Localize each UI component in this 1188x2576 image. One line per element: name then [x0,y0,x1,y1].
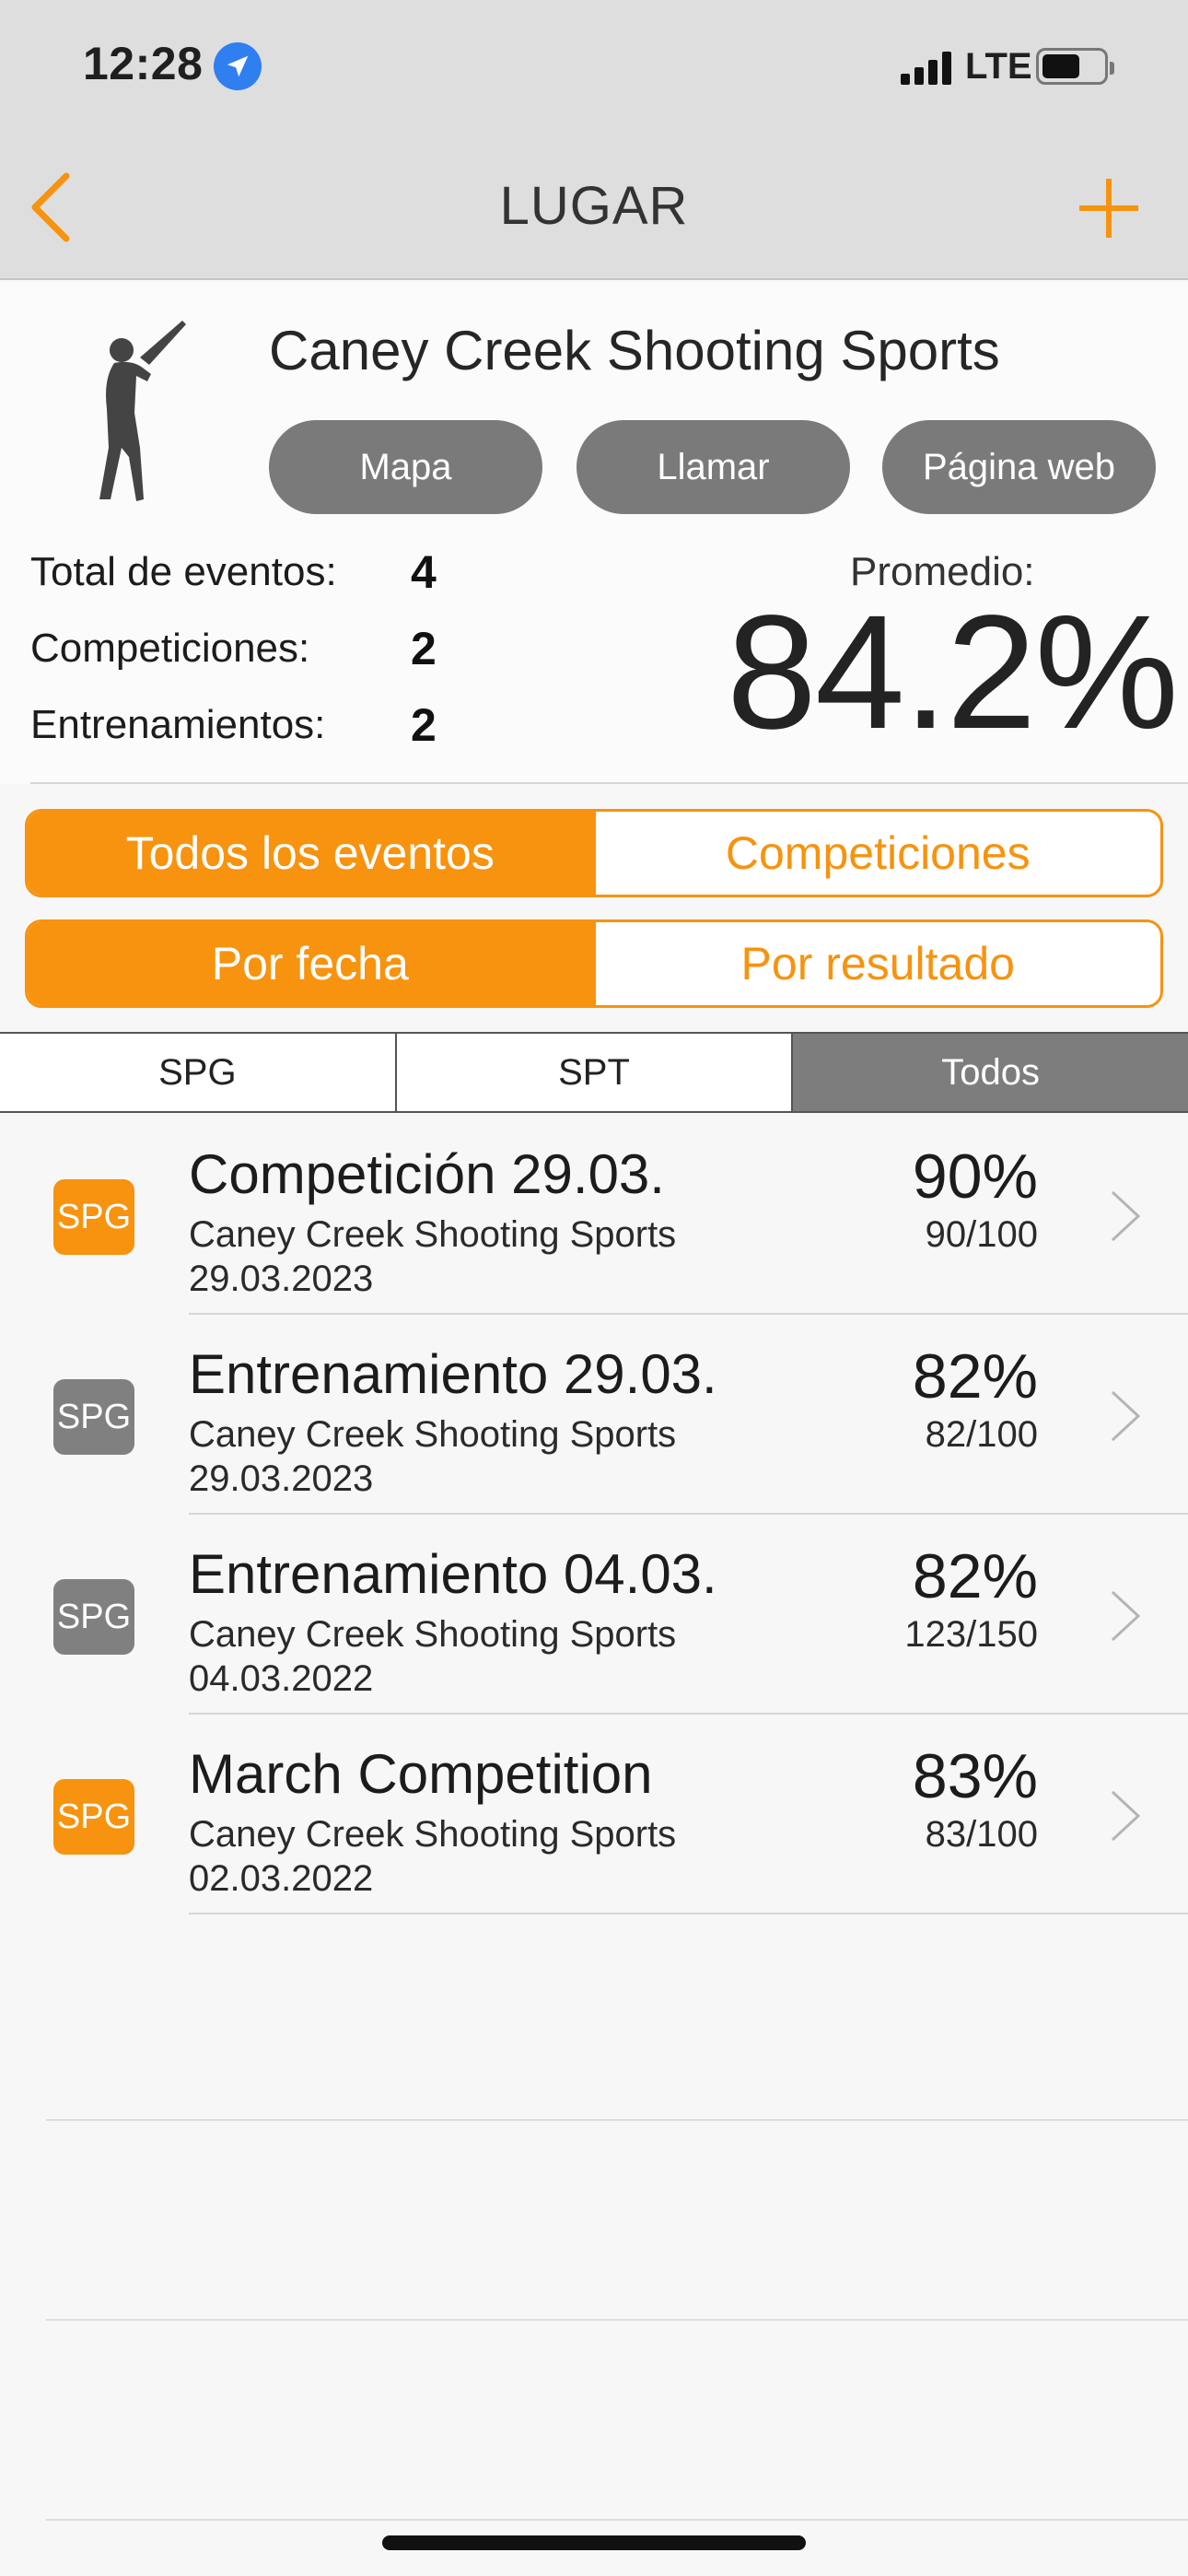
discipline-badge: SPG [53,1779,134,1855]
chevron-right-icon [1111,1790,1141,1842]
event-row[interactable]: SPG March Competition Caney Creek Shooti… [0,1715,1188,1914]
website-button[interactable]: Página web [882,420,1156,514]
event-percent: 90% [912,1142,1038,1212]
discipline-tabs: SPG SPT Todos [0,1032,1188,1113]
event-list: SPG Competición 29.03. Caney Creek Shoot… [0,1115,1188,1914]
divider [30,782,1188,784]
competitions-label: Competiciones: [30,626,310,671]
map-button[interactable]: Mapa [269,420,542,514]
tab-spt[interactable]: SPT [394,1034,792,1111]
chevron-right-icon [1111,1190,1141,1242]
event-title: Entrenamiento 04.03. [189,1543,717,1605]
event-date: 29.03.2023 [189,1458,374,1499]
segment-by-result[interactable]: Por resultado [592,922,1161,1005]
battery-icon [1036,48,1114,85]
discipline-badge: SPG [53,1379,134,1455]
event-title: Competición 29.03. [189,1143,665,1205]
event-date: 29.03.2023 [189,1259,374,1299]
trainings-value: 2 [411,699,437,751]
add-icon[interactable] [1076,175,1142,241]
empty-row-divider [46,2319,1188,2321]
location-arrow-icon [214,42,262,90]
event-row[interactable]: SPG Competición 29.03. Caney Creek Shoot… [0,1115,1188,1315]
total-events-label: Total de eventos: [30,549,337,594]
event-venue: Caney Creek Shooting Sports [189,1814,677,1855]
home-indicator[interactable] [382,2535,806,2550]
top-bar: 12:28 LTE LUGAR [0,0,1188,280]
event-filter-segment: Todos los eventos Competiciones [25,809,1163,897]
call-button[interactable]: Llamar [577,420,850,514]
event-title: Entrenamiento 29.03. [189,1343,717,1405]
discipline-badge: SPG [53,1579,134,1655]
trainings-label: Entrenamientos: [30,702,326,747]
event-percent: 82% [912,1541,1038,1611]
segment-by-date[interactable]: Por fecha [28,922,593,1005]
event-title: March Competition [189,1743,653,1805]
network-label: LTE [965,46,1032,87]
event-score: 82/100 [925,1414,1038,1455]
empty-row-divider [46,2119,1188,2121]
event-venue: Caney Creek Shooting Sports [189,1614,677,1655]
event-percent: 82% [912,1341,1038,1411]
average-value: 84.2% [726,582,1179,763]
event-score: 83/100 [925,1814,1038,1855]
venue-header: Caney Creek Shooting Sports Mapa Llamar … [0,282,1188,784]
event-percent: 83% [912,1741,1038,1811]
discipline-badge: SPG [53,1179,134,1255]
empty-row-divider [46,2519,1188,2521]
event-score: 123/150 [904,1614,1038,1655]
competitions-value: 2 [411,623,437,674]
venue-name: Caney Creek Shooting Sports [269,320,1000,381]
event-date: 04.03.2022 [189,1658,374,1699]
event-venue: Caney Creek Shooting Sports [189,1414,677,1455]
total-events-value: 4 [411,546,437,598]
page-title: LUGAR [499,176,689,236]
chevron-right-icon [1111,1590,1141,1642]
event-date: 02.03.2022 [189,1858,374,1899]
signal-icon [901,50,956,85]
chevron-right-icon [1111,1390,1141,1442]
status-time: 12:28 [83,38,204,89]
segment-all-events[interactable]: Todos los eventos [28,812,593,895]
tab-spg[interactable]: SPG [0,1034,395,1111]
segment-competitions[interactable]: Competiciones [592,812,1161,895]
sort-segment: Por fecha Por resultado [25,919,1163,1008]
tab-all[interactable]: Todos [791,1034,1188,1111]
event-row[interactable]: SPG Entrenamiento 04.03. Caney Creek Sho… [0,1515,1188,1715]
event-row[interactable]: SPG Entrenamiento 29.03. Caney Creek Sho… [0,1315,1188,1515]
shooter-silhouette-icon [99,321,186,501]
event-venue: Caney Creek Shooting Sports [189,1214,677,1255]
event-score: 90/100 [925,1214,1038,1255]
